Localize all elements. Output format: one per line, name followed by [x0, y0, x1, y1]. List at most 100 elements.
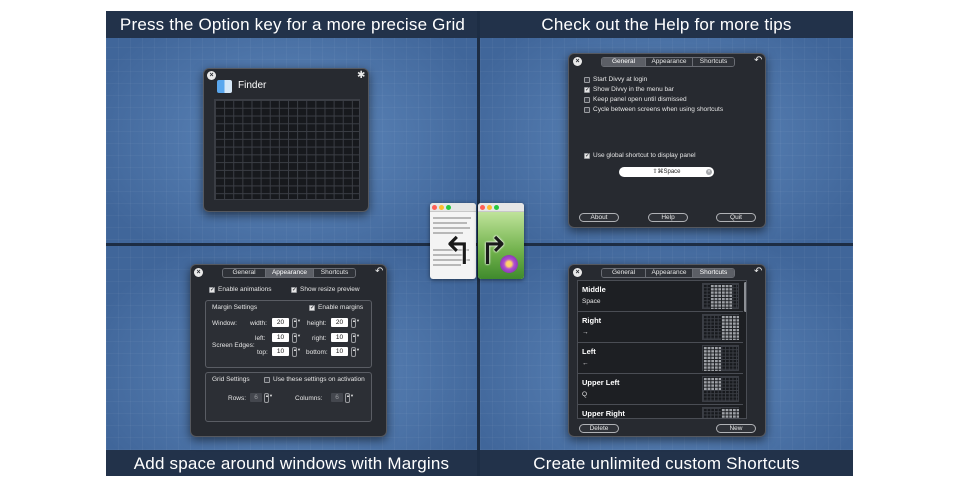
shortcut-preview-grid	[702, 283, 739, 309]
checkbox-checked[interactable]: ✓	[584, 152, 590, 159]
shortcut-row-middle[interactable]: Middle Space	[578, 281, 743, 312]
close-icon[interactable]: ×	[573, 57, 582, 66]
checkbox[interactable]	[264, 376, 270, 383]
promo-collage: Press the Option key for a more precise …	[106, 11, 853, 476]
group-title: Margin Settings	[212, 304, 258, 311]
tab-shortcuts[interactable]: Shortcuts	[693, 58, 734, 66]
finder-grid-panel: × ✱ Finder	[203, 68, 369, 212]
close-icon[interactable]: ×	[573, 268, 582, 277]
right-input[interactable]: 10	[331, 333, 348, 342]
checkbox-checked[interactable]: ✓	[584, 86, 590, 93]
option-label: Show Divvy in the menu bar	[593, 86, 674, 93]
shortcut-preview-grid	[702, 376, 739, 402]
split-arrow-right-icon: ↱	[478, 231, 510, 273]
show-in-menu-bar-option[interactable]: ✓ Show Divvy in the menu bar	[584, 86, 674, 93]
back-arrow-icon[interactable]: ↶	[375, 267, 383, 277]
shortcut-row-upper-right[interactable]: Upper Right	[578, 405, 743, 418]
width-stepper[interactable]: ▲▼	[292, 318, 301, 328]
clear-icon[interactable]: ×	[706, 169, 712, 175]
tab-general[interactable]: General	[602, 269, 646, 277]
keep-panel-open-option[interactable]: Keep panel open until dismissed	[584, 96, 687, 103]
top-label: top:	[257, 349, 268, 356]
checkbox-checked[interactable]: ✓	[291, 286, 297, 293]
logo-window-titlebar	[478, 203, 524, 212]
enable-animations-option[interactable]: ✓ Enable animations	[209, 286, 271, 293]
settings-tabs: General Appearance Shortcuts	[601, 57, 735, 67]
tab-shortcuts[interactable]: Shortcuts	[693, 269, 734, 277]
tab-appearance[interactable]: Appearance	[266, 269, 314, 277]
tab-general[interactable]: General	[602, 58, 646, 66]
columns-input[interactable]: 6	[331, 393, 343, 402]
close-icon[interactable]: ×	[207, 71, 216, 80]
show-resize-preview-option[interactable]: ✓ Show resize preview	[291, 286, 360, 293]
back-arrow-icon[interactable]: ↶	[754, 56, 762, 66]
height-input[interactable]: 20	[331, 318, 348, 327]
delete-button[interactable]: Delete	[579, 424, 619, 433]
shortcut-list[interactable]: Middle Space Right → Left ← Upper Left Q…	[577, 280, 747, 419]
back-arrow-icon[interactable]: ↶	[754, 267, 762, 277]
enable-margins-option[interactable]: ✓ Enable margins	[309, 304, 363, 311]
checkbox[interactable]	[584, 106, 590, 113]
minimize-dot-icon	[439, 205, 444, 210]
quadrant-precise-grid: Press the Option key for a more precise …	[106, 11, 479, 243]
checkbox[interactable]	[584, 96, 590, 103]
quadrant-help-tips: Check out the Help for more tips × ↶ Gen…	[480, 11, 853, 243]
checkbox[interactable]	[584, 76, 590, 83]
right-stepper[interactable]: ▲▼	[351, 333, 360, 343]
margin-settings-group: Margin Settings ✓ Enable margins Window:…	[205, 300, 372, 368]
global-shortcut-field[interactable]: ⇧⌘Space ×	[619, 167, 714, 177]
width-input[interactable]: 20	[272, 318, 289, 327]
rows-stepper[interactable]: ▲▼	[264, 393, 273, 403]
start-at-login-option[interactable]: Start Divvy at login	[584, 76, 647, 83]
checkbox-checked[interactable]: ✓	[209, 286, 215, 293]
bottom-label: bottom:	[306, 349, 328, 356]
close-dot-icon	[432, 205, 437, 210]
general-settings-panel: × ↶ General Appearance Shortcuts Start D…	[568, 53, 766, 228]
tab-appearance[interactable]: Appearance	[646, 269, 693, 277]
left-stepper[interactable]: ▲▼	[292, 333, 301, 343]
logo-window-titlebar	[430, 203, 476, 212]
preview-selection	[703, 346, 721, 371]
logo-text-line	[433, 222, 467, 224]
bottom-stepper[interactable]: ▲▼	[351, 347, 360, 357]
tab-general[interactable]: General	[223, 269, 266, 277]
shortcut-preview-grid	[702, 314, 739, 340]
left-input[interactable]: 10	[272, 333, 289, 342]
top-stepper[interactable]: ▲▼	[292, 347, 301, 357]
quadrant-margins: Add space around windows with Margins × …	[106, 245, 479, 476]
shortcut-row-right[interactable]: Right →	[578, 312, 743, 343]
checkbox-checked[interactable]: ✓	[309, 304, 315, 311]
help-button[interactable]: Help	[648, 213, 688, 222]
rows-input[interactable]: 6	[250, 393, 262, 402]
right-label: right:	[312, 335, 327, 342]
close-dot-icon	[480, 205, 485, 210]
tab-shortcuts[interactable]: Shortcuts	[314, 269, 355, 277]
preview-selection	[703, 377, 721, 390]
shortcut-row-left[interactable]: Left ←	[578, 343, 743, 374]
shortcut-name: Left	[582, 347, 596, 356]
tab-appearance[interactable]: Appearance	[646, 58, 693, 66]
columns-stepper[interactable]: ▲▼	[345, 393, 354, 403]
shortcuts-settings-panel: × ↶ General Appearance Shortcuts Middle …	[568, 264, 766, 437]
quit-button[interactable]: Quit	[716, 213, 756, 222]
use-on-activation-option[interactable]: Use these settings on activation	[264, 376, 365, 383]
appearance-settings-panel: × ↶ General Appearance Shortcuts ✓ Enabl…	[190, 264, 387, 437]
shortcut-name: Upper Right	[582, 409, 625, 418]
shortcut-row-upper-left[interactable]: Upper Left Q	[578, 374, 743, 405]
resize-grid[interactable]	[214, 99, 360, 200]
width-label: width:	[250, 320, 267, 327]
global-shortcut-option[interactable]: ✓ Use global shortcut to display panel	[584, 152, 696, 159]
top-input[interactable]: 10	[272, 347, 289, 356]
list-scrollbar[interactable]	[744, 282, 746, 312]
cycle-screens-option[interactable]: Cycle between screens when using shortcu…	[584, 106, 723, 113]
close-icon[interactable]: ×	[194, 268, 203, 277]
about-button[interactable]: About	[579, 213, 619, 222]
preview-selection	[721, 315, 739, 340]
option-label: Use global shortcut to display panel	[593, 152, 696, 159]
bottom-input[interactable]: 10	[331, 347, 348, 356]
gear-icon[interactable]: ✱	[357, 71, 365, 81]
height-stepper[interactable]: ▲▼	[351, 318, 360, 328]
settings-tabs: General Appearance Shortcuts	[601, 268, 735, 278]
new-button[interactable]: New	[716, 424, 756, 433]
preview-selection	[710, 284, 732, 309]
